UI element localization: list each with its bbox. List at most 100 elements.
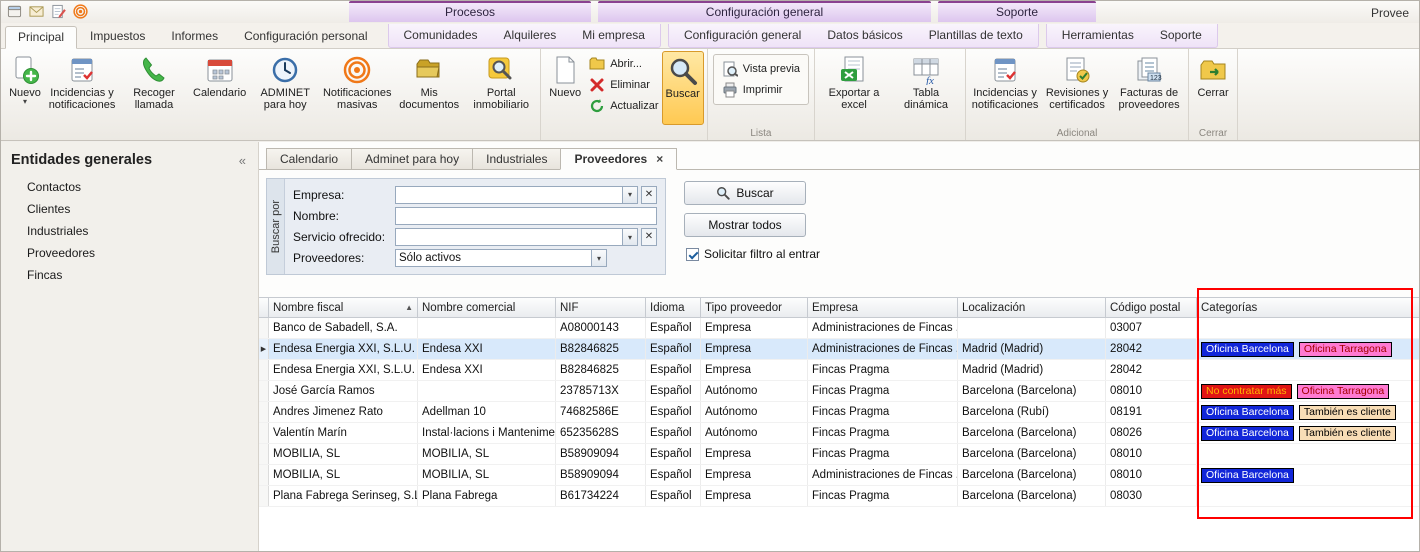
empresa-input[interactable] [396,187,622,203]
cell: Fincas Pragma [808,402,958,422]
search-button-label: Buscar [736,186,773,200]
filter-on-enter-checkbox[interactable]: Solicitar filtro al entrar [686,247,820,261]
chevron-down-icon[interactable]: ▾ [622,187,637,203]
app-icon[interactable] [5,3,23,20]
cell: Fincas Pragma [808,381,958,401]
notes-icon[interactable] [49,3,67,20]
ribbon-tab-comunidades[interactable]: Comunidades [391,24,491,47]
sidebar-item-proveedores[interactable]: Proveedores [1,242,258,264]
close-icon [1198,55,1228,85]
delete-icon [589,77,605,93]
table-row[interactable]: ▶Endesa Energia XXI, S.L.U.Endesa XXIB82… [259,339,1419,360]
nombre-input[interactable] [396,208,656,224]
chevron-down-icon[interactable]: ▾ [591,250,606,266]
ribbon-tab-impuestos[interactable]: Impuestos [77,25,158,48]
ribbon-button-actualizar[interactable]: Actualizar [589,98,658,114]
ribbon-button-label: Nuevo [549,87,581,99]
ribbon-tab-informes[interactable]: Informes [158,25,231,48]
sidebar-item-clientes[interactable]: Clientes [1,198,258,220]
ribbon-tab-configuracion-personal[interactable]: Configuración personal [231,25,380,48]
search-button[interactable]: Buscar [684,181,806,205]
category-tag: No contratar más [1201,384,1292,399]
column-header-categorias[interactable]: Categorías [1197,298,1420,317]
table-row[interactable]: Valentín MarínInstal·lacions i Mantenime… [259,423,1419,444]
cell: Valentín Marín [269,423,418,443]
servicio-ofrecido-clear-button[interactable]: ✕ [641,228,657,246]
ribbon-button-portal-inmobiliario[interactable]: Portal inmobiliario [465,51,537,125]
grid-body: Banco de Sabadell, S.A.A08000143EspañolE… [259,318,1419,507]
column-header-idioma[interactable]: Idioma [646,298,701,317]
doc-tab-proveedores[interactable]: Proveedores× [560,148,677,170]
table-row[interactable]: MOBILIA, SLMOBILIA, SLB58909094EspañolEm… [259,444,1419,465]
ribbon-tab-configuracion-general[interactable]: Configuración general [671,24,814,47]
table-row[interactable]: Andres Jimenez RatoAdellman 1074682586EE… [259,402,1419,423]
empresa-combo[interactable]: ▾ [395,186,638,204]
ribbon-tab-principal[interactable]: Principal [5,26,77,49]
doc-tab-industriales[interactable]: Industriales [472,148,560,170]
ribbon-button-imprimir[interactable]: Imprimir [722,82,800,98]
ribbon-button-vista-previa[interactable]: Vista previa [722,61,800,77]
servicio-ofrecido-combo[interactable]: ▾ [395,228,638,246]
doc-tab-calendario[interactable]: Calendario [266,148,351,170]
proveedores-select[interactable]: Sólo activos ▾ [395,249,607,267]
ribbon-tab-soporte[interactable]: Soporte [1147,24,1215,47]
show-all-button[interactable]: Mostrar todos [684,213,806,237]
ribbon-button-calendario[interactable]: Calendario [190,51,249,125]
checkbox-box[interactable] [686,248,699,261]
collapse-sidebar-icon[interactable]: « [239,153,246,168]
ribbon-button-incidencias-y-notificaciones[interactable]: Incidencias y notificaciones [46,51,118,125]
cell: MOBILIA, SL [418,444,556,464]
ribbon-tab-herramientas[interactable]: Herramientas [1049,24,1147,47]
ribbon-button-revisiones-y-certificados[interactable]: Revisiones y certificados [1041,51,1113,125]
close-tab-icon[interactable]: × [656,149,663,170]
mail-icon[interactable] [27,3,45,20]
ribbon-tab-mi-empresa[interactable]: Mi empresa [569,24,658,47]
ribbon-button-buscar[interactable]: Buscar [662,51,704,125]
column-header-localizacion[interactable]: Localización [958,298,1106,317]
cell: Autónomo [701,423,808,443]
table-row[interactable]: Banco de Sabadell, S.A.A08000143EspañolE… [259,318,1419,339]
ribbon-button-eliminar[interactable]: Eliminar [589,77,658,93]
ribbon-button-notificaciones-masivas[interactable]: Notificaciones masivas [321,51,393,125]
ribbon-button-exportar-a-excel[interactable]: Exportar a excel [818,51,890,125]
ribbon-button-tabla-dinamica[interactable]: fxTabla dinámica [890,51,962,125]
ribbon-tab-plantillas-de-texto[interactable]: Plantillas de texto [916,24,1036,47]
column-header-nombre-comercial[interactable]: Nombre comercial [418,298,556,317]
column-header-nombre-fiscal[interactable]: Nombre fiscal▲ [269,298,418,317]
ribbon-button-adminet-para-hoy[interactable]: ADMINET para hoy [249,51,321,125]
quick-access-toolbar [5,3,89,20]
grid-header-row: Nombre fiscal▲Nombre comercialNIFIdiomaT… [259,298,1419,318]
doc-tab-label: Adminet para hoy [365,149,459,170]
table-row[interactable]: Endesa Energia XXI, S.L.U.Endesa XXIB828… [259,360,1419,381]
ribbon-button-abrir[interactable]: Abrir... [589,56,658,72]
sidebar-item-fincas[interactable]: Fincas [1,264,258,286]
ribbon-button-nuevo[interactable]: Nuevo▾ [4,51,46,125]
category-tag: También es cliente [1299,426,1396,441]
sidebar-item-contactos[interactable]: Contactos [1,176,258,198]
ribbon-button-incidencias-y-notificaciones[interactable]: Incidencias y notificaciones [969,51,1041,125]
nombre-field[interactable] [395,207,657,225]
column-header-tipo-proveedor[interactable]: Tipo proveedor [701,298,808,317]
phone-icon [139,55,169,85]
table-row[interactable]: José García Ramos23785713XEspañolAutónom… [259,381,1419,402]
empresa-clear-button[interactable]: ✕ [641,186,657,204]
ribbon-button-mis-documentos[interactable]: Mis documentos [393,51,465,125]
ribbon-button-facturas-de-proveedores[interactable]: 123Facturas de proveedores [1113,51,1185,125]
ribbon-tab-alquileres[interactable]: Alquileres [491,24,570,47]
sidebar-item-industriales[interactable]: Industriales [1,220,258,242]
broadcast-icon[interactable] [71,3,89,20]
chevron-down-icon[interactable]: ▾ [622,229,637,245]
column-header-codigo-postal[interactable]: Código postal [1106,298,1197,317]
column-header-nif[interactable]: NIF [556,298,646,317]
ribbon-button-label: Vista previa [743,63,800,75]
ribbon-button-recoger-llamada[interactable]: Recoger llamada [118,51,190,125]
ribbon-button-cerrar[interactable]: Cerrar [1192,51,1234,125]
column-header-empresa[interactable]: Empresa [808,298,958,317]
ribbon-button-nuevo[interactable]: Nuevo [544,51,586,125]
ribbon-tab-datos-basicos[interactable]: Datos básicos [814,24,915,47]
table-row[interactable]: Plana Fabrega Serinseg, S.L.Plana Fabreg… [259,486,1419,507]
servicio-ofrecido-input[interactable] [396,229,622,245]
doc-tab-adminet-para-hoy[interactable]: Adminet para hoy [351,148,472,170]
table-row[interactable]: MOBILIA, SLMOBILIA, SLB58909094EspañolEm… [259,465,1419,486]
field-label: Empresa: [293,188,395,202]
